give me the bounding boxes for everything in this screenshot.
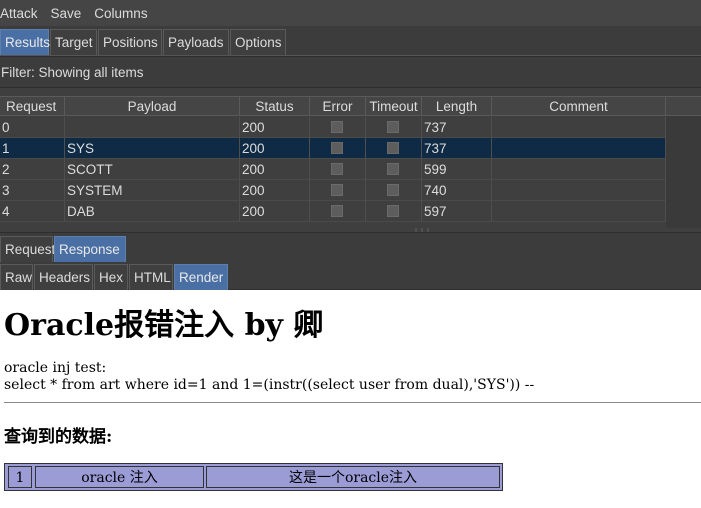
menu-attack[interactable]: Attack [0,6,51,21]
cell-request: 0 [0,117,65,138]
cell-error [310,180,366,201]
cell-comment [492,180,666,201]
cell-status: 200 [240,180,310,201]
render-subheading: 查询到的数据: [4,427,113,447]
result-title: oracle 注入 [35,466,204,488]
vertical-scrollbar[interactable] [666,116,701,228]
col-error[interactable]: Error [310,97,366,116]
timeout-checkbox [387,205,399,217]
cell-status: 200 [240,138,310,159]
cell-request: 1 [0,138,65,159]
error-checkbox [331,205,343,217]
result-table: 1 oracle 注入 这是一个oracle注入 [4,463,503,491]
col-timeout[interactable]: Timeout [366,97,422,116]
cell-timeout [366,180,422,201]
cell-length: 597 [422,201,492,222]
error-checkbox [331,121,343,133]
tab-target[interactable]: Target [50,29,97,55]
table-row[interactable]: 2 SCOTT 200 599 [0,159,666,180]
result-id: 1 [8,466,32,488]
tab-hex[interactable]: Hex [94,264,128,290]
table-row[interactable]: 0 200 737 [0,117,666,138]
timeout-checkbox [387,142,399,154]
cell-timeout [366,138,422,159]
cell-comment [492,159,666,180]
cell-status: 200 [240,159,310,180]
cell-length: 737 [422,138,492,159]
cell-length: 599 [422,159,492,180]
cell-error [310,201,366,222]
filter-text: Filter: Showing all items [1,65,144,80]
tab-html[interactable]: HTML [129,264,173,290]
table-row[interactable]: 4 DAB 200 597 [0,201,666,222]
result-content: 这是一个oracle注入 [206,466,500,488]
error-checkbox [331,142,343,154]
tab-results[interactable]: Results [0,29,50,55]
menu-columns[interactable]: Columns [94,6,160,21]
cell-payload: DAB [65,201,240,222]
table-row[interactable]: 3 SYSTEM 200 740 [0,180,666,201]
cell-payload: SYSTEM [65,180,240,201]
filter-bar[interactable]: Filter: Showing all items [0,56,701,88]
error-checkbox [331,163,343,175]
cell-comment [492,138,666,159]
render-line1: oracle inj test: [4,360,107,376]
cell-timeout [366,201,422,222]
cell-error [310,117,366,138]
tab-headers[interactable]: Headers [34,264,93,290]
cell-status: 200 [240,201,310,222]
menu-save[interactable]: Save [51,6,95,21]
tab-payloads[interactable]: Payloads [163,29,229,55]
timeout-checkbox [387,184,399,196]
table-row-selected[interactable]: 1 SYS 200 737 [0,138,666,159]
table-header: Request Payload Status Error Timeout Len… [0,96,701,116]
results-table: Request Payload Status Error Timeout Len… [0,88,701,235]
viewer-tabs: Request Response [0,232,701,262]
cell-error [310,138,366,159]
render-heading: Oracle报错注入 by 卿 [4,308,324,343]
col-length[interactable]: Length [422,97,492,116]
tab-response[interactable]: Response [54,236,126,262]
cell-request: 3 [0,180,65,201]
tab-options[interactable]: Options [230,29,286,55]
divider [4,402,701,403]
tab-request[interactable]: Request [0,236,55,262]
cell-timeout [366,159,422,180]
cell-error [310,159,366,180]
render-line2: select * from art where id=1 and 1=(inst… [4,377,535,393]
cell-request: 4 [0,201,65,222]
cell-status: 200 [240,117,310,138]
cell-payload [65,117,240,138]
render-pane: Oracle报错注入 by 卿 oracle inj test: select … [0,290,701,508]
col-payload[interactable]: Payload [65,97,240,116]
tab-render[interactable]: Render [174,264,228,290]
cell-comment [492,201,666,222]
cell-request: 2 [0,159,65,180]
col-request[interactable]: Request [0,97,65,116]
col-comment[interactable]: Comment [492,97,666,116]
format-tabs: Raw Headers Hex HTML Render [0,262,701,290]
col-status[interactable]: Status [240,97,310,116]
cell-comment [492,117,666,138]
menu-bar: Attack Save Columns [0,0,701,26]
cell-length: 740 [422,180,492,201]
tab-raw[interactable]: Raw [0,264,33,290]
error-checkbox [331,184,343,196]
timeout-checkbox [387,163,399,175]
cell-payload: SYS [65,138,240,159]
timeout-checkbox [387,121,399,133]
cell-payload: SCOTT [65,159,240,180]
attack-tabs: Results Target Positions Payloads Option… [0,26,701,56]
cell-timeout [366,117,422,138]
cell-length: 737 [422,117,492,138]
tab-positions[interactable]: Positions [98,29,162,55]
